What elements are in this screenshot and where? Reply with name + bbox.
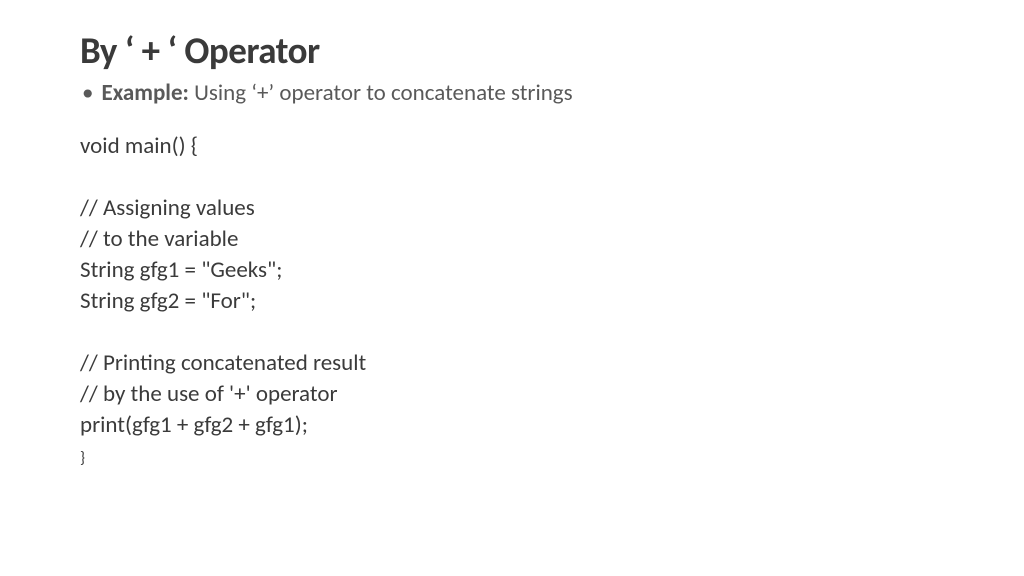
code-line: } xyxy=(80,449,85,468)
example-label: Example: xyxy=(101,79,188,107)
code-line: // Assigning values xyxy=(80,194,255,222)
example-bullet: • Example: Using ‘+’ operator to concate… xyxy=(82,79,964,109)
code-line: print(gfg1 + gfg2 + gfg1); xyxy=(80,411,308,439)
bullet-marker: • xyxy=(82,79,93,109)
code-line: void main() { xyxy=(80,132,198,160)
code-line: String gfg2 = "For"; xyxy=(80,287,256,315)
code-line: // by the use of '+' operator xyxy=(80,380,338,408)
code-line: // to the variable xyxy=(80,225,238,253)
slide-title: By ‘ + ‘ Operator xyxy=(80,28,964,73)
code-snippet: void main() { // Assigning values // to … xyxy=(80,131,964,473)
example-description: Using ‘+’ operator to concatenate string… xyxy=(189,79,573,107)
code-line: // Printing concatenated result xyxy=(80,349,366,377)
example-text-container: Example: Using ‘+’ operator to concatena… xyxy=(101,79,572,107)
code-line: String gfg1 = "Geeks"; xyxy=(80,256,282,284)
